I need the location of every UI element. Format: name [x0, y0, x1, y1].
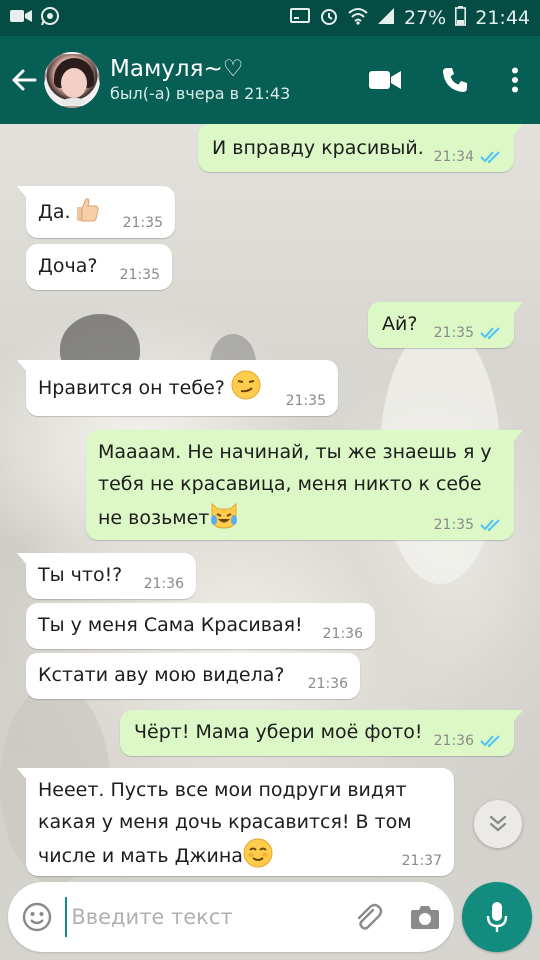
message-incoming[interactable]: Да. 21:35 [17, 186, 175, 238]
message-text-line: числе и мать Джина [38, 845, 243, 867]
contact-info[interactable]: Мамуля~♡ был(-а) вчера в 21:43 [110, 55, 290, 105]
message-outgoing[interactable]: И вправду красивый. 21:34 [198, 124, 523, 172]
message-time: 21:36 [307, 676, 348, 692]
message-incoming[interactable]: Нееет. Пусть все мои подруги видят какая… [17, 768, 454, 876]
message-text-line: Нееет. Пусть все мои подруги видят [38, 779, 407, 801]
message-text: Да. [38, 201, 71, 223]
status-time: 21:44 [475, 7, 530, 29]
wifi-icon [348, 7, 368, 30]
message-composer [8, 882, 454, 952]
message-incoming[interactable]: Кстати аву мою видела? 21:36 [26, 653, 360, 699]
video-call-button[interactable] [350, 36, 420, 124]
camera-button[interactable] [397, 882, 454, 952]
avatar[interactable] [44, 52, 100, 108]
message-outgoing[interactable]: Чёрт! Мама убери моё фото! 21:36 [120, 710, 523, 756]
message-time: 21:35 [122, 215, 163, 231]
paperclip-icon [357, 903, 383, 930]
message-incoming[interactable]: Ты у меня Сама Красивая! 21:36 [26, 603, 375, 649]
back-button[interactable] [4, 36, 44, 124]
camera-icon [411, 906, 440, 929]
microphone-icon [486, 902, 508, 932]
video-camera-icon [369, 71, 401, 89]
more-vertical-icon [512, 67, 518, 93]
video-notification-icon [10, 7, 32, 29]
battery-percent: 27% [404, 7, 447, 29]
arrow-left-icon [12, 69, 37, 91]
double-check-read-icon [480, 519, 500, 532]
message-incoming[interactable]: Нравится он тебе? 21:35 [17, 360, 338, 416]
attach-button[interactable] [339, 882, 396, 952]
thumbs-up-emoji [71, 194, 101, 224]
voice-record-button[interactable] [462, 882, 532, 952]
message-time: 21:35 [433, 517, 474, 533]
whatsapp-notification-icon [40, 6, 60, 31]
message-outgoing[interactable]: Ай? 21:35 [368, 302, 523, 348]
message-time: 21:37 [401, 853, 442, 869]
message-time: 21:34 [433, 149, 474, 165]
crying-laughing-cat-emoji [209, 500, 239, 530]
message-time: 21:35 [285, 393, 326, 409]
double-check-read-icon [480, 151, 500, 164]
message-text-line: Маааам. Не начинай, ты же знаешь я у [98, 441, 492, 463]
message-time: 21:35 [119, 267, 160, 283]
status-bar: 27% 21:44 [0, 0, 540, 36]
message-text-line: какая у меня дочь красавится! В том [38, 811, 412, 833]
double-check-read-icon [480, 735, 500, 748]
double-chevron-down-icon [489, 815, 507, 832]
contact-name: Мамуля~♡ [110, 56, 244, 82]
message-outgoing[interactable]: Маааам. Не начинай, ты же знаешь я у теб… [86, 430, 523, 540]
message-time: 21:36 [143, 576, 184, 592]
message-text-line: не возьмет [98, 507, 210, 529]
alarm-icon [319, 6, 339, 31]
double-check-read-icon [480, 327, 500, 340]
message-text: Нравится он тебе? [38, 377, 225, 399]
message-input[interactable] [65, 897, 340, 937]
last-seen-status: был(-а) вчера в 21:43 [110, 84, 291, 103]
smiley-icon [22, 902, 51, 932]
phone-icon [443, 68, 467, 92]
cast-icon [290, 7, 310, 29]
emoji-button[interactable] [8, 882, 65, 952]
message-time: 21:35 [433, 325, 474, 341]
message-incoming[interactable]: Ты что!? 21:36 [17, 553, 196, 599]
message-time: 21:36 [322, 626, 363, 642]
scroll-to-bottom-button[interactable] [474, 800, 522, 848]
message-incoming[interactable]: Доча? 21:35 [26, 244, 172, 290]
chat-header: Мамуля~♡ был(-а) вчера в 21:43 [0, 36, 540, 124]
smirk-emoji [231, 370, 261, 400]
battery-icon [455, 5, 467, 31]
signal-icon [377, 7, 395, 30]
message-text-line: тебя не красавица, меня никто к себе [98, 473, 482, 495]
menu-button[interactable] [490, 36, 540, 124]
smiling-blush-emoji [243, 838, 273, 868]
message-time: 21:36 [433, 733, 474, 749]
voice-call-button[interactable] [420, 36, 490, 124]
